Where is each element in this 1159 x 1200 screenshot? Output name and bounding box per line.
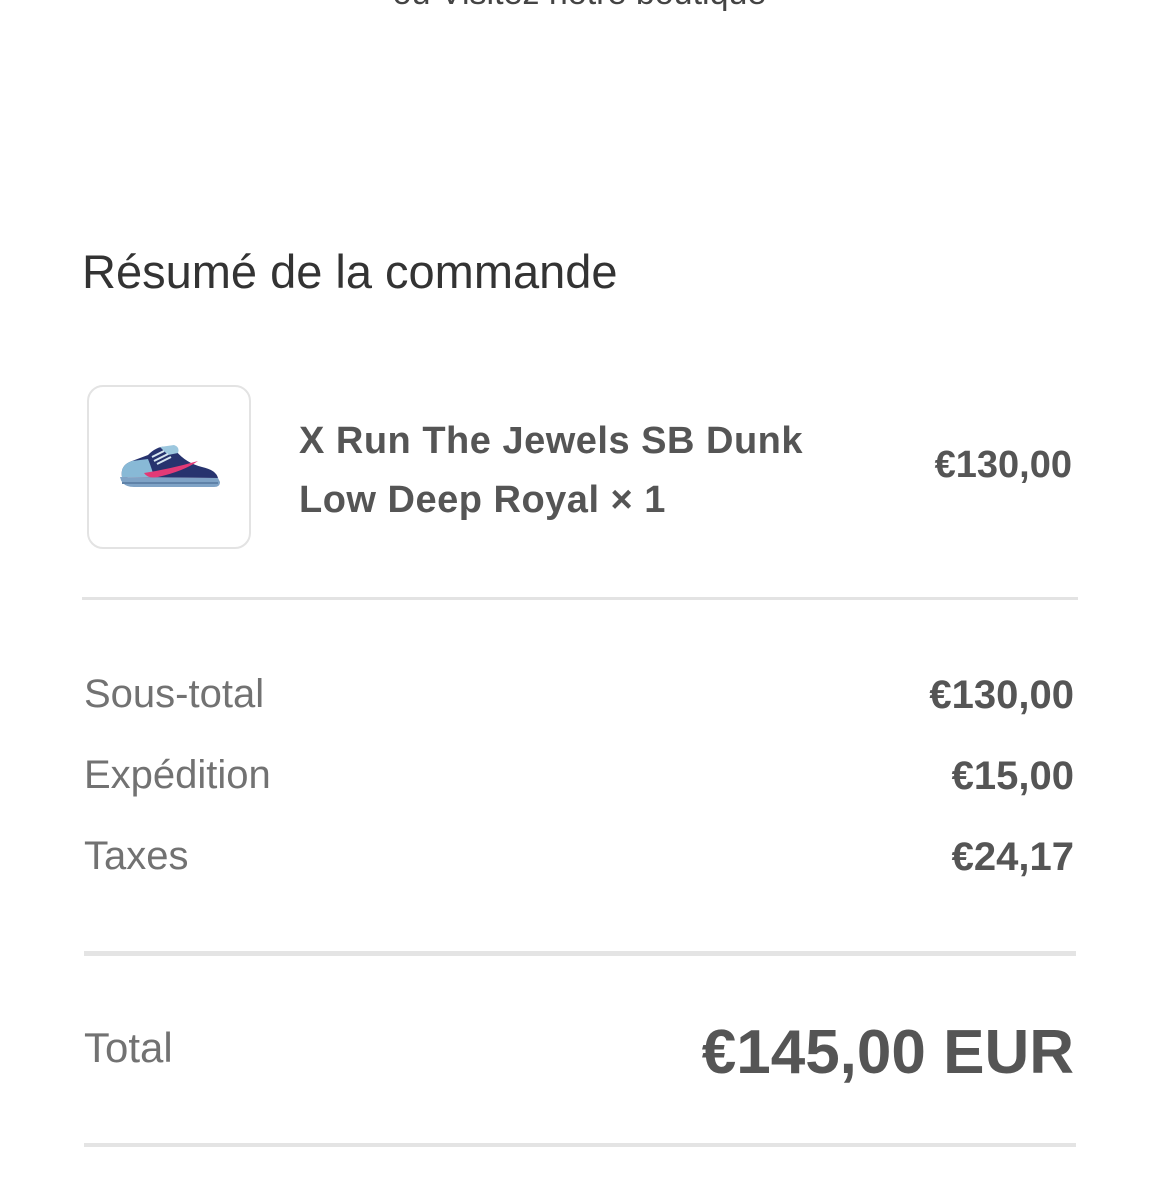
order-summary-title: Résumé de la commande	[82, 245, 618, 298]
total-label: Total	[84, 1024, 173, 1071]
sneaker-image	[120, 445, 220, 487]
product-thumbnail	[87, 385, 251, 549]
visit-store-text: ou Visitez notre boutique	[0, 0, 1159, 13]
product-name: X Run The Jewels SB Dunk Low Deep Royal …	[299, 420, 803, 521]
total-value: €145,00 EUR	[701, 1018, 1074, 1087]
subtotal-value: €130,00	[929, 673, 1074, 717]
item-divider	[82, 597, 1078, 600]
shipping-value: €15,00	[951, 754, 1074, 798]
taxes-value: €24,17	[951, 835, 1074, 879]
product-price: €130,00	[934, 444, 1072, 486]
taxes-label: Taxes	[84, 834, 189, 878]
bottom-divider	[84, 1143, 1076, 1147]
shipping-label: Expédition	[84, 753, 271, 797]
totals-divider	[84, 951, 1076, 956]
subtotal-label: Sous-total	[84, 672, 265, 716]
